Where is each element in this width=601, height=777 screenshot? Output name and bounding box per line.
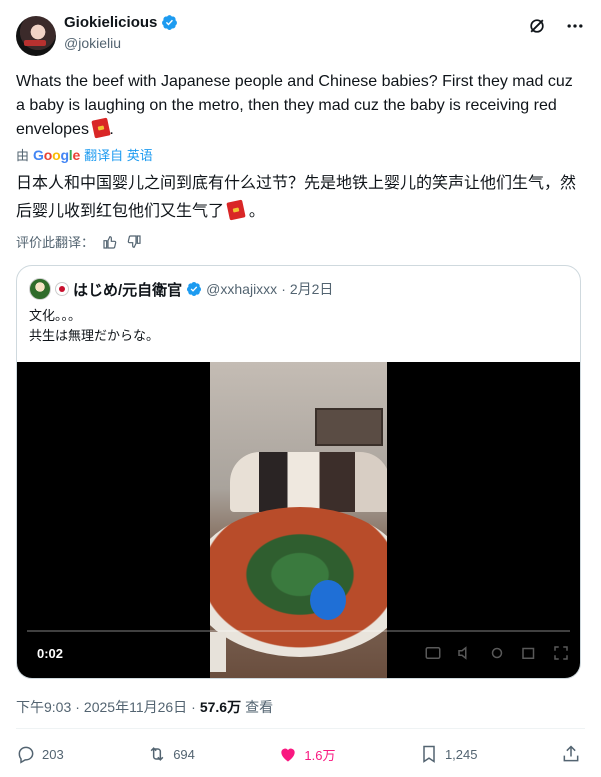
tweet-date[interactable]: 2025年11月26日 bbox=[84, 697, 187, 717]
video-scene-cup bbox=[210, 632, 226, 672]
tweet-header: Giokielicious @jokieliu bbox=[16, 12, 585, 58]
tweet-text: Whats the beef with Japanese people and … bbox=[16, 70, 576, 142]
google-logo: Google bbox=[33, 146, 81, 163]
author-avatar[interactable] bbox=[16, 16, 56, 56]
reply-button[interactable]: 203 bbox=[16, 744, 64, 764]
quoted-text: 文化。。。 共生は無理だからな。 bbox=[29, 306, 159, 346]
heart-icon bbox=[281, 748, 296, 762]
author-display-name[interactable]: Giokielicious bbox=[64, 14, 178, 31]
repost-icon bbox=[150, 747, 164, 761]
reply-count: 203 bbox=[42, 746, 64, 762]
translated-trailing: 。 bbox=[248, 203, 265, 220]
popout-icon[interactable] bbox=[520, 644, 538, 662]
meta-separator: · bbox=[75, 699, 80, 715]
header-actions bbox=[527, 16, 585, 36]
japan-flag-icon bbox=[55, 282, 69, 296]
repost-count: 694 bbox=[173, 746, 195, 762]
tweet-meta: 下午9:03 · 2025年11月26日 · 57.6万 查看 bbox=[16, 697, 273, 717]
divider bbox=[16, 728, 585, 729]
video-scene-flowers bbox=[310, 580, 346, 620]
thumbs-up-icon[interactable] bbox=[102, 234, 118, 250]
quoted-line-1: 文化。。。 bbox=[29, 308, 82, 323]
share-button[interactable] bbox=[561, 744, 581, 764]
translation-attribution: 由 Google 翻译自 英语 bbox=[16, 145, 153, 164]
video-scene-people bbox=[230, 452, 387, 512]
quoted-tweet[interactable]: はじめ/元自衛官 @xxhajixxx · 2月2日 文化。。。 共生は無理だか… bbox=[16, 265, 581, 679]
video-controls bbox=[424, 644, 570, 662]
verified-badge-icon bbox=[162, 15, 178, 30]
quoted-avatar bbox=[29, 278, 51, 300]
quoted-header: はじめ/元自衛官 @xxhajixxx · 2月2日 bbox=[29, 278, 333, 300]
grok-icon[interactable] bbox=[527, 16, 547, 36]
tweet-trailing: . bbox=[109, 121, 114, 138]
author-name-block: Giokielicious @jokieliu bbox=[64, 14, 178, 51]
video-player[interactable]: 0:02 bbox=[17, 362, 580, 678]
rate-translation-label: 评价此翻译： bbox=[16, 235, 95, 250]
fullscreen-icon[interactable] bbox=[552, 644, 570, 662]
quoted-line-2: 共生は無理だからな。 bbox=[29, 328, 160, 343]
meta-separator: · bbox=[191, 699, 196, 715]
view-count-label: 查看 bbox=[245, 699, 274, 715]
video-time: 0:02 bbox=[37, 646, 64, 661]
repost-button[interactable]: 694 bbox=[147, 744, 195, 764]
settings-gear-icon[interactable] bbox=[488, 644, 506, 662]
quoted-display-name: はじめ/元自衛官 bbox=[73, 281, 183, 299]
translated-from-link[interactable]: 翻译自 英语 bbox=[84, 145, 153, 164]
share-icon bbox=[563, 745, 579, 762]
bookmark-button[interactable]: 1,245 bbox=[419, 744, 478, 764]
action-bar: 203 694 1.6万 1,245 bbox=[16, 744, 581, 764]
avatar-detail bbox=[24, 40, 46, 46]
reply-icon bbox=[18, 746, 34, 764]
video-progress-bar[interactable] bbox=[27, 630, 570, 632]
rate-translation: 评价此翻译： bbox=[16, 232, 142, 251]
translation-by: 由 bbox=[16, 148, 30, 163]
thumbs-down-icon[interactable] bbox=[126, 234, 142, 250]
author-display-name-text[interactable]: Giokielicious bbox=[64, 14, 157, 31]
quoted-handle: @xxhajixxx bbox=[206, 281, 278, 297]
verified-badge-icon bbox=[187, 282, 202, 296]
view-count: 57.6万 bbox=[199, 699, 242, 715]
volume-icon[interactable] bbox=[456, 644, 474, 662]
bookmark-count: 1,245 bbox=[444, 746, 478, 762]
quoted-date: 2月2日 bbox=[289, 281, 334, 297]
red-envelope-emoji-icon bbox=[226, 199, 247, 221]
captions-icon[interactable] bbox=[424, 644, 442, 662]
author-handle[interactable]: @jokieliu bbox=[64, 35, 178, 51]
more-options-icon[interactable] bbox=[565, 16, 585, 36]
video-scene-painting bbox=[315, 408, 383, 446]
like-button[interactable]: 1.6万 bbox=[278, 744, 335, 764]
like-count: 1.6万 bbox=[304, 747, 336, 763]
quoted-separator: · bbox=[281, 281, 286, 297]
tweet-time[interactable]: 下午9:03 bbox=[16, 697, 71, 717]
translated-text: 日本人和中国婴儿之间到底有什么过节？先是地铁上婴儿的笑声让他们生气，然后婴儿收到… bbox=[16, 170, 581, 226]
translated-body: 日本人和中国婴儿之间到底有什么过节？先是地铁上婴儿的笑声让他们生气，然后婴儿收到… bbox=[16, 175, 577, 220]
video-scene-table bbox=[210, 507, 387, 657]
bookmark-icon bbox=[423, 745, 435, 763]
